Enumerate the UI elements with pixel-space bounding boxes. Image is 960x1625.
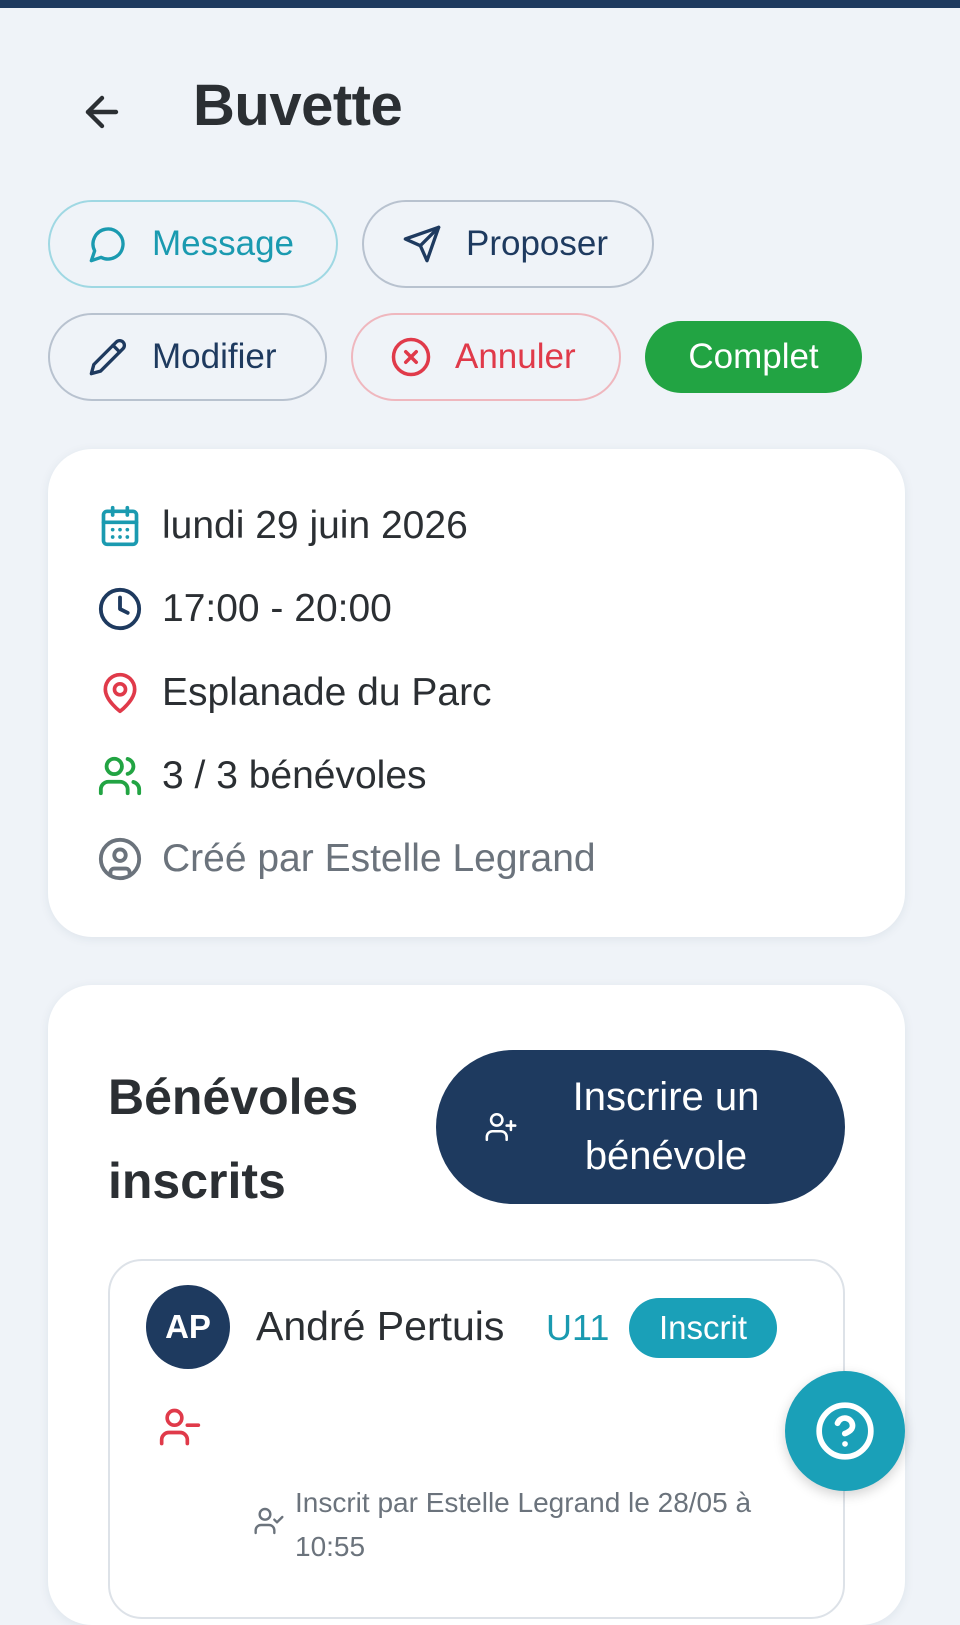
page-title: Buvette [193,73,403,138]
event-location: Esplanade du Parc [162,671,492,714]
message-label: Message [152,224,295,263]
page-header: Buvette [0,60,960,160]
event-creator-row: Créé par Estelle Legrand [96,829,596,889]
user-plus-icon [484,1110,518,1144]
top-bar [0,0,960,8]
unregister-volunteer-button[interactable] [158,1405,202,1449]
user-check-icon [253,1505,285,1537]
avatar: AP [146,1285,230,1369]
event-time: 17:00 - 20:00 [162,587,392,630]
event-time-row: 17:00 - 20:00 [96,579,392,639]
event-volunteers-row: 3 / 3 bénévoles [96,746,427,806]
cancel-button[interactable]: Annuler [351,313,621,401]
add-volunteer-label: Inscrire un bénévole [572,1075,760,1178]
signed-by-text: Inscrit par Estelle Legrand le 28/05 à 1… [295,1487,752,1562]
clock-icon [96,585,144,633]
volunteers-card: Bénévoles inscrits Inscrire un bénévole … [48,985,905,1625]
message-circle-icon [86,222,130,266]
arrow-left-icon [85,95,119,129]
send-icon [400,222,444,266]
list-item: AP André Pertuis U11 Inscrit Inscrit par… [108,1259,845,1619]
user-minus-icon [159,1408,201,1446]
message-button[interactable]: Message [48,200,338,288]
add-volunteer-button[interactable]: Inscrire un bénévole [436,1050,845,1204]
calendar-icon [96,502,144,550]
registration-status-badge: Inscrit [629,1298,777,1358]
event-creator: Créé par Estelle Legrand [162,837,596,880]
cancel-label: Annuler [455,337,576,376]
help-circle-icon [816,1402,874,1460]
event-date: lundi 29 juin 2026 [162,504,468,547]
volunteer-team: U11 [546,1307,610,1348]
event-location-row: Esplanade du Parc [96,663,492,723]
back-button[interactable] [72,82,132,142]
event-info-card: lundi 29 juin 2026 17:00 - 20:00 Esplana… [48,449,905,937]
user-circle-icon [96,835,144,883]
section-title: Bénévoles inscrits [108,1069,359,1209]
x-circle-icon [389,335,433,379]
map-pin-icon [96,669,144,717]
modify-button[interactable]: Modifier [48,313,327,401]
event-date-row: lundi 29 juin 2026 [96,496,468,556]
propose-label: Proposer [466,224,609,263]
status-badge: Complet [645,321,862,393]
modify-label: Modifier [152,337,277,376]
help-button[interactable] [785,1371,905,1491]
propose-button[interactable]: Proposer [362,200,654,288]
volunteer-name: André Pertuis [256,1303,505,1349]
event-volunteers-count: 3 / 3 bénévoles [162,754,427,797]
pencil-icon [86,335,130,379]
users-icon [96,752,144,800]
